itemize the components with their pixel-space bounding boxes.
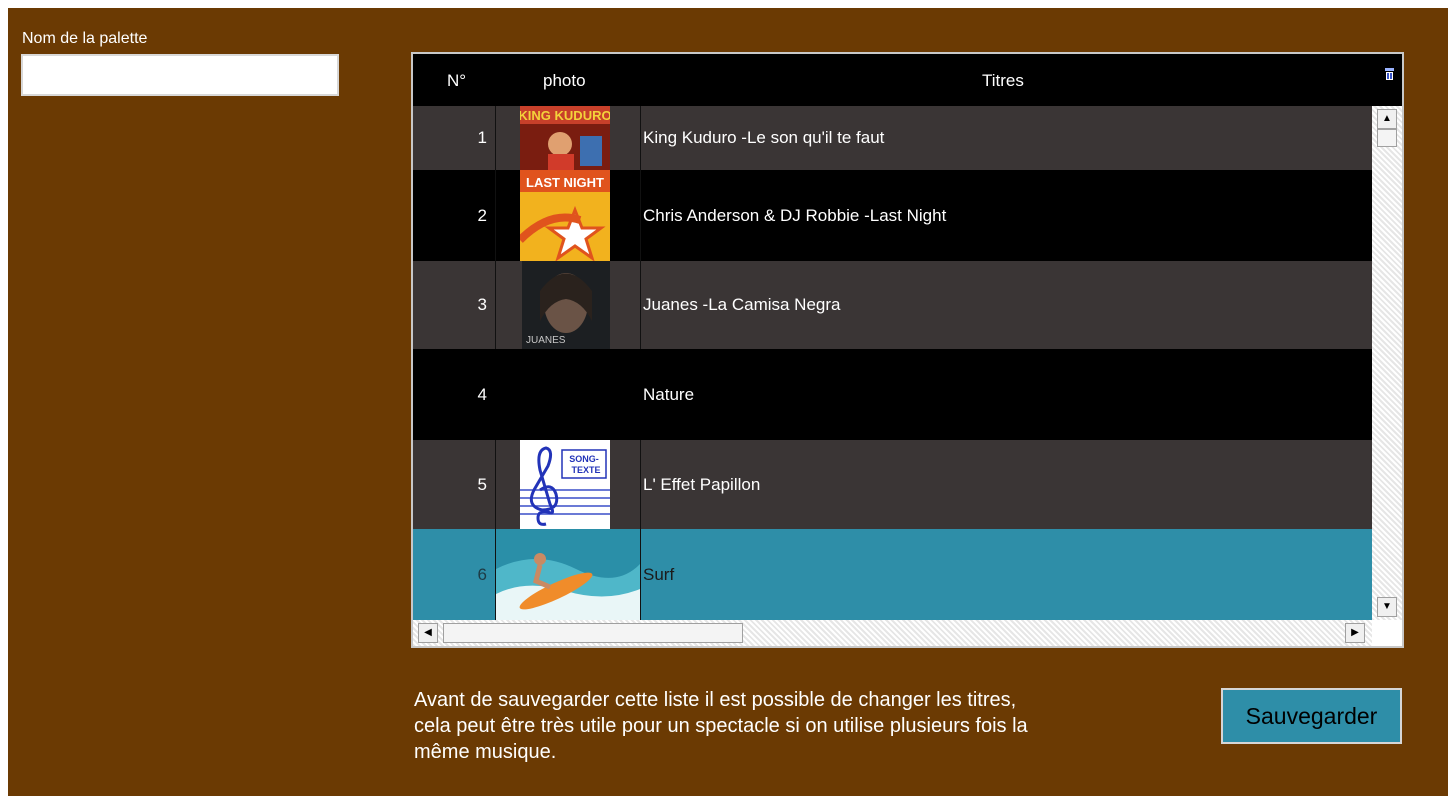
arrow-down-icon[interactable]: ▼ bbox=[1377, 597, 1397, 617]
scrollbar-corner bbox=[1372, 620, 1402, 646]
arrow-up-icon[interactable]: ▲ bbox=[1377, 109, 1397, 129]
help-text-line: même musique. bbox=[414, 741, 557, 763]
music-table[interactable]: N° photo Titres 1 KING KUDURO King Kudur… bbox=[411, 52, 1404, 648]
row-number-cell: 3 bbox=[413, 261, 496, 349]
palette-name-input[interactable] bbox=[21, 54, 339, 96]
horizontal-scrollbar[interactable]: ◀ ▶ bbox=[413, 620, 1372, 646]
surfer-wave-thumbnail bbox=[496, 529, 640, 620]
table-row[interactable]: 4 Nature bbox=[413, 349, 1372, 440]
last-night-cover-text: LAST NIGHT bbox=[526, 175, 604, 190]
row-number: 6 bbox=[477, 564, 487, 584]
arrow-left-icon[interactable]: ◀ bbox=[418, 623, 438, 643]
column-header-photo[interactable]: photo bbox=[543, 71, 586, 91]
help-text-line: cela peut être très utile pour un specta… bbox=[414, 715, 1028, 737]
save-button[interactable]: Sauvegarder bbox=[1221, 688, 1402, 744]
table-row[interactable]: 1 KING KUDURO King Kuduro -Le son qu'il … bbox=[413, 106, 1372, 170]
arrow-right-icon[interactable]: ▶ bbox=[1345, 623, 1365, 643]
column-header-num[interactable]: N° bbox=[447, 71, 466, 91]
column-settings-icon[interactable] bbox=[1385, 68, 1394, 80]
row-number-cell: 5 bbox=[413, 440, 496, 529]
row-title[interactable]: Chris Anderson & DJ Robbie -Last Night bbox=[643, 206, 946, 226]
song-texte-treble-clef-thumbnail: SONG- TEXTE bbox=[520, 440, 610, 529]
help-text: Avant de sauvegarder cette liste il est … bbox=[414, 687, 1144, 765]
table-body: 1 KING KUDURO King Kuduro -Le son qu'il … bbox=[413, 106, 1372, 620]
help-text-line: Avant de sauvegarder cette liste il est … bbox=[414, 689, 1017, 711]
row-title[interactable]: L' Effet Papillon bbox=[643, 475, 760, 495]
row-number-cell: 2 bbox=[413, 170, 496, 261]
row-number: 2 bbox=[477, 205, 487, 225]
column-header-titles[interactable]: Titres bbox=[982, 71, 1024, 91]
last-night-cover-thumbnail: LAST NIGHT bbox=[520, 170, 610, 261]
table-row[interactable]: 2 LAST NIGHT Chris Anderson & DJ Robbie … bbox=[413, 170, 1372, 261]
palette-name-label: Nom de la palette bbox=[22, 30, 148, 47]
row-number: 5 bbox=[477, 474, 487, 494]
svg-text:KING KUDURO: KING KUDURO bbox=[520, 108, 610, 123]
row-number-cell: 4 bbox=[413, 349, 495, 440]
table-row[interactable]: 3 JUANES Juanes -La Camisa Negra bbox=[413, 261, 1372, 349]
horizontal-scroll-thumb[interactable] bbox=[443, 623, 743, 643]
king-kuduro-cover-thumbnail: KING KUDURO bbox=[520, 106, 610, 170]
row-number: 3 bbox=[477, 295, 487, 314]
table-row-selected[interactable]: 6 Surf bbox=[413, 529, 1372, 620]
row-number-cell: 6 bbox=[413, 529, 496, 620]
table-header: N° photo Titres bbox=[413, 54, 1402, 106]
juanes-cover-text: JUANES bbox=[526, 335, 566, 346]
juanes-portrait-thumbnail: JUANES bbox=[522, 261, 610, 349]
row-photo-cell[interactable]: JUANES bbox=[496, 261, 641, 349]
row-title[interactable]: King Kuduro -Le son qu'il te faut bbox=[643, 128, 884, 148]
row-photo-cell[interactable]: KING KUDURO bbox=[496, 106, 641, 170]
vertical-scroll-thumb[interactable] bbox=[1377, 129, 1397, 147]
row-number: 1 bbox=[477, 128, 487, 147]
row-photo-cell[interactable]: SONG- TEXTE bbox=[496, 440, 641, 529]
row-photo-cell[interactable]: LAST NIGHT bbox=[496, 170, 641, 261]
row-title[interactable]: Juanes -La Camisa Negra bbox=[643, 295, 840, 315]
table-row[interactable]: 5 SONG- TEXTE L' Effet Papillon bbox=[413, 440, 1372, 529]
main-panel: Nom de la palette N° photo Titres 1 KING… bbox=[8, 8, 1448, 796]
vertical-scrollbar[interactable]: ▲ ▼ bbox=[1372, 106, 1402, 620]
svg-text:TEXTE: TEXTE bbox=[571, 465, 600, 475]
row-title[interactable]: Surf bbox=[643, 565, 674, 585]
row-number-cell: 1 bbox=[413, 106, 496, 170]
row-photo-cell[interactable] bbox=[496, 529, 641, 620]
row-number: 4 bbox=[477, 384, 487, 404]
svg-text:SONG-: SONG- bbox=[569, 454, 599, 464]
row-title[interactable]: Nature bbox=[643, 385, 694, 405]
row-photo-cell[interactable] bbox=[496, 349, 640, 440]
